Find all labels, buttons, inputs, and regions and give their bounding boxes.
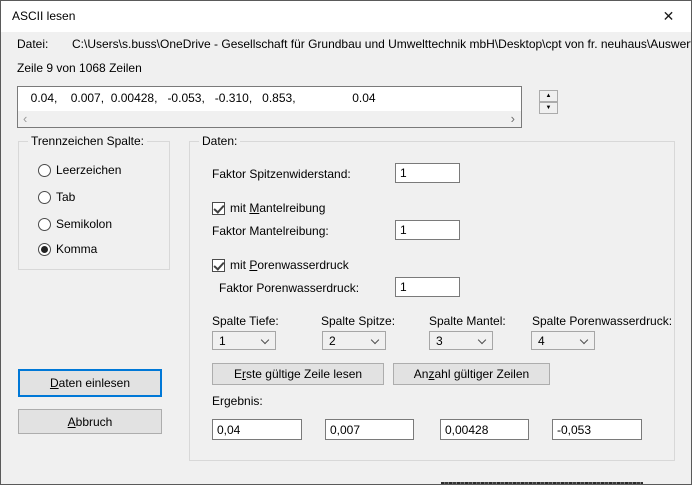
line-info: Zeile 9 von 1068 Zeilen <box>17 61 142 75</box>
chevron-down-icon <box>261 336 269 344</box>
radio-leerzeichen[interactable] <box>38 164 51 177</box>
faktor-mantelreibung-field[interactable] <box>395 220 460 240</box>
separator-group-title: Trennzeichen Spalte: <box>28 134 147 148</box>
radio-tab[interactable] <box>38 191 51 204</box>
anzahl-gueltiger-zeilen-button[interactable]: Anzahl gültiger Zeilen <box>393 363 550 385</box>
file-path: C:\Users\s.buss\OneDrive - Gesellschaft … <box>72 37 692 51</box>
chevron-down-icon <box>478 336 486 344</box>
spalte-mantel-value: 3 <box>436 334 443 348</box>
daten-group-title: Daten: <box>199 134 240 148</box>
file-label: Datei: <box>17 37 48 51</box>
abbruch-button[interactable]: Abbruch <box>18 409 162 434</box>
line-preview-text: 0.04, 0.007, 0.00428, -0.053, -0.310, 0.… <box>24 91 376 105</box>
spalte-spitze-dropdown[interactable]: 2 <box>322 331 386 350</box>
faktor-mantelreibung-label: Faktor Mantelreibung: <box>212 224 329 238</box>
faktor-spitzenwiderstand-label: Faktor Spitzenwiderstand: <box>212 167 351 181</box>
mit-mantelreibung-label[interactable]: mit Mantelreibung <box>230 202 325 215</box>
faktor-porenwasserdruck-label: Faktor Porenwasserdruck: <box>219 281 359 295</box>
ergebnis-field-2[interactable] <box>325 419 414 440</box>
radio-semikolon-label[interactable]: Semikolon <box>56 218 112 231</box>
chevron-down-icon <box>580 336 588 344</box>
spalte-mantel-label: Spalte Mantel: <box>429 314 506 328</box>
radio-komma-label[interactable]: Komma <box>56 243 97 256</box>
ergebnis-field-1[interactable] <box>212 419 302 440</box>
up-arrow-icon: ▲ <box>546 93 552 99</box>
daten-einlesen-button[interactable]: Daten einlesen <box>18 369 162 397</box>
spalte-porenwasserdruck-dropdown[interactable]: 4 <box>531 331 595 350</box>
titlebar[interactable]: ASCII lesen ✕ <box>1 1 691 32</box>
ergebnis-field-3[interactable] <box>440 419 529 440</box>
spalte-spitze-value: 2 <box>329 334 336 348</box>
mit-mantelreibung-checkbox[interactable] <box>212 202 225 215</box>
horizontal-scrollbar[interactable]: ‹ › <box>18 111 521 127</box>
faktor-spitzenwiderstand-field[interactable] <box>395 163 460 183</box>
radio-tab-label[interactable]: Tab <box>56 191 75 204</box>
chevron-down-icon <box>371 336 379 344</box>
ergebnis-field-4[interactable] <box>552 419 642 440</box>
spalte-tiefe-label: Spalte Tiefe: <box>212 314 279 328</box>
ergebnis-label: Ergebnis: <box>212 394 263 408</box>
scroll-left-icon[interactable]: ‹ <box>23 111 27 127</box>
ascii-lesen-dialog: ASCII lesen ✕ Datei: C:\Users\s.buss\One… <box>0 0 692 485</box>
radio-leerzeichen-label[interactable]: Leerzeichen <box>56 164 121 177</box>
erste-gueltige-zeile-lesen-button[interactable]: Erste gültige Zeile lesen <box>212 363 384 385</box>
radio-semikolon[interactable] <box>38 218 51 231</box>
line-up-button[interactable]: ▲ <box>539 90 558 102</box>
spalte-mantel-dropdown[interactable]: 3 <box>429 331 493 350</box>
spalte-spitze-label: Spalte Spitze: <box>321 314 395 328</box>
radio-komma[interactable] <box>38 243 51 256</box>
line-preview-box: 0.04, 0.007, 0.00428, -0.053, -0.310, 0.… <box>17 86 522 128</box>
faktor-porenwasserdruck-field[interactable] <box>395 277 460 297</box>
line-down-button[interactable]: ▼ <box>539 102 558 114</box>
spalte-porenwasserdruck-label: Spalte Porenwasserdruck: <box>532 314 672 328</box>
spalte-tiefe-dropdown[interactable]: 1 <box>212 331 276 350</box>
down-arrow-icon: ▼ <box>546 105 552 111</box>
close-icon[interactable]: ✕ <box>646 1 691 32</box>
mit-porenwasserdruck-label[interactable]: mit Porenwasserdruck <box>230 259 349 272</box>
window-title: ASCII lesen <box>12 9 75 23</box>
spalte-tiefe-value: 1 <box>219 334 226 348</box>
mit-porenwasserdruck-checkbox[interactable] <box>212 259 225 272</box>
spalte-porenwasserdruck-value: 4 <box>538 334 545 348</box>
daten-groupbox: Daten: <box>189 141 675 461</box>
scroll-right-icon[interactable]: › <box>511 111 515 127</box>
